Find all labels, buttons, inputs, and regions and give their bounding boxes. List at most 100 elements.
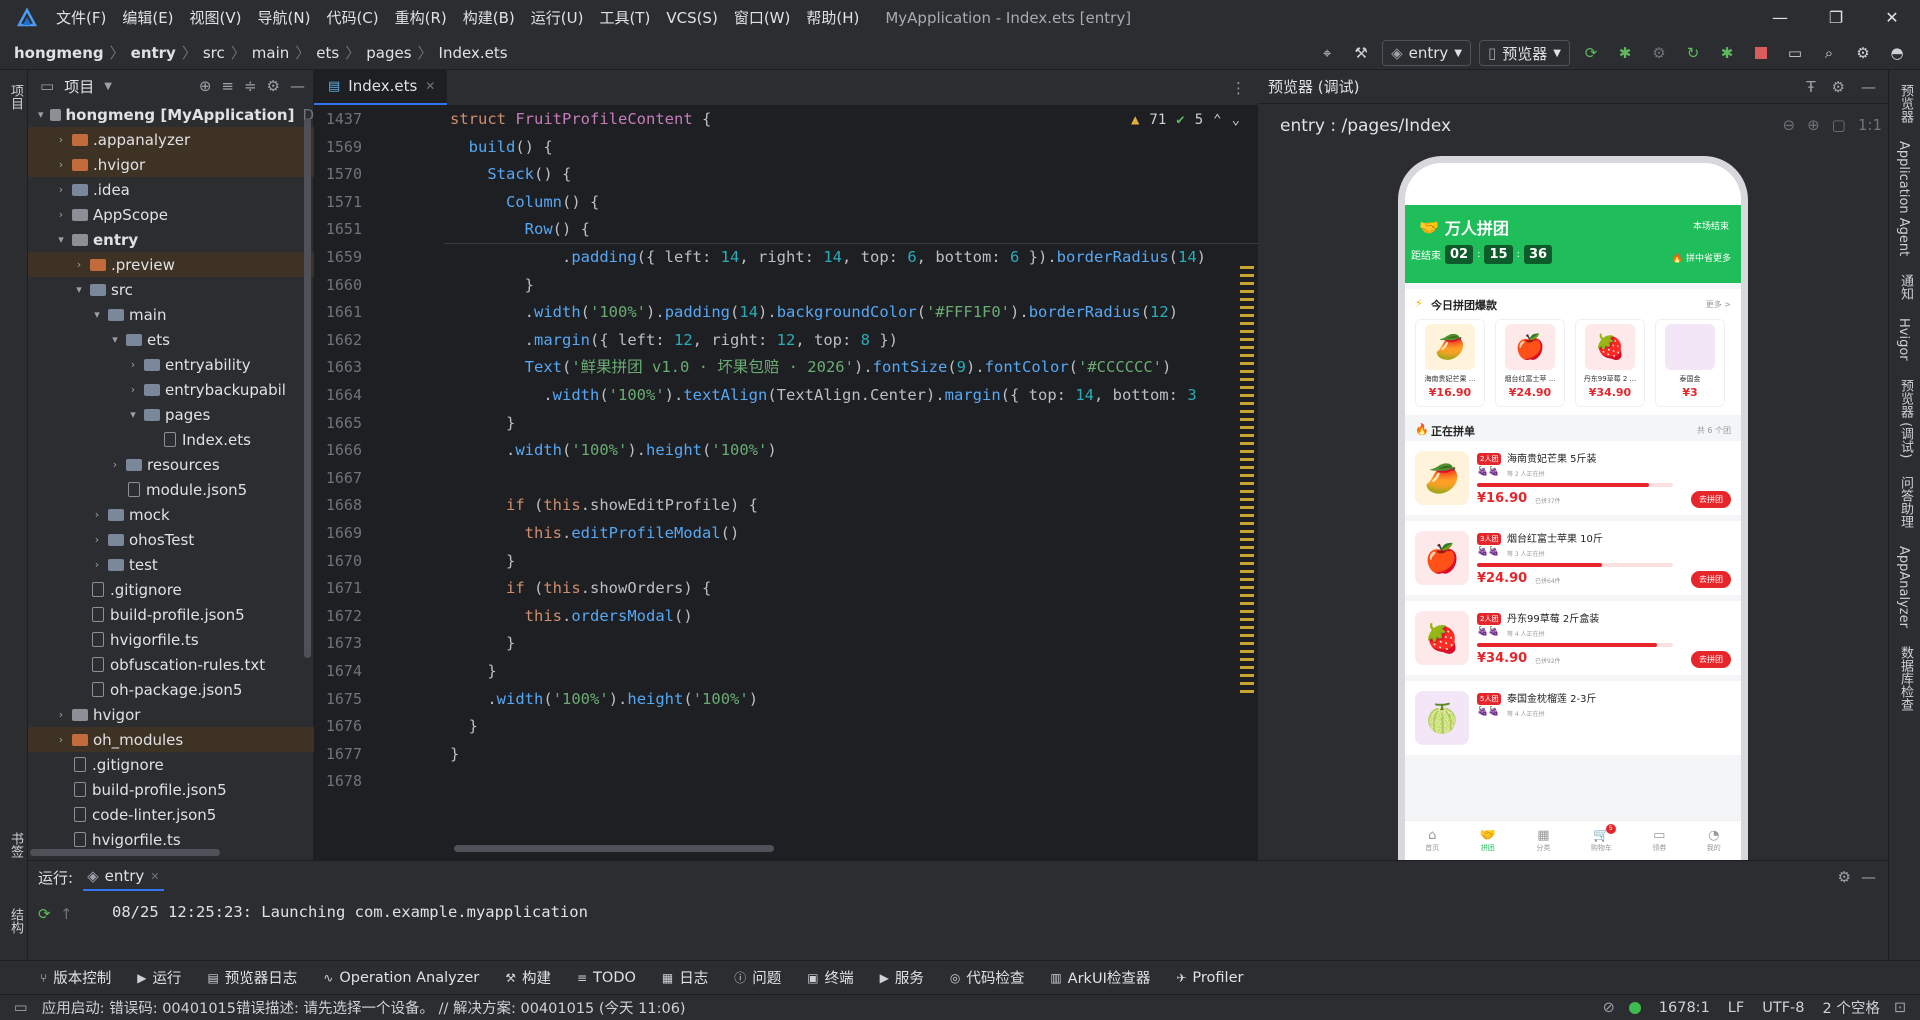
- breadcrumb-item[interactable]: src: [203, 44, 225, 62]
- breadcrumb-item[interactable]: ets: [316, 44, 339, 62]
- tree-arrow-icon[interactable]: ›: [108, 458, 122, 471]
- panel-toggle-icon[interactable]: ▭: [14, 1000, 28, 1016]
- code-line[interactable]: Stack() {: [450, 161, 1244, 189]
- tool-window-button[interactable]: ∿ Operation Analyzer: [323, 970, 479, 986]
- tree-item[interactable]: › .appanalyzer: [28, 127, 314, 152]
- tree-item[interactable]: hvigorfile.ts: [28, 627, 314, 652]
- right-tool-button[interactable]: 数据库检查: [1896, 646, 1915, 715]
- status-message[interactable]: 应用启动: 错误码: 00401015错误描述: 请先选择一个设备。 // 解决…: [42, 997, 686, 1018]
- menu-item[interactable]: 构建(B): [455, 0, 523, 36]
- project-tool-button[interactable]: 项目: [6, 84, 25, 114]
- file-encoding[interactable]: UTF-8: [1762, 1000, 1804, 1016]
- tree-item[interactable]: .gitignore: [28, 577, 314, 602]
- run-config-select[interactable]: ◈ entry ▼: [1382, 40, 1472, 66]
- tool-window-button[interactable]: ▦ 日志: [662, 967, 708, 988]
- inspection-widget[interactable]: ▲ 71 ✔ 5 ⌃ ⌄: [1131, 112, 1240, 128]
- code-line[interactable]: this.ordersModal(): [450, 603, 1244, 631]
- settings-icon[interactable]: ⚙: [1850, 40, 1876, 66]
- stop-icon[interactable]: [1748, 40, 1774, 66]
- app-tab-4[interactable]: ▭ 领券: [1652, 828, 1666, 853]
- tree-arrow-icon[interactable]: ›: [54, 133, 68, 146]
- device-select[interactable]: ▯ 预览器 ▼: [1479, 40, 1570, 66]
- tool-window-button[interactable]: ✈ Profiler: [1176, 970, 1243, 986]
- gear-icon[interactable]: ⚙: [267, 77, 280, 95]
- tool-window-button[interactable]: ≡ TODO: [577, 970, 636, 986]
- error-stripe[interactable]: [1240, 266, 1254, 698]
- code-line[interactable]: .width('100%').height('100%'): [450, 686, 1244, 714]
- rerun-icon[interactable]: ⟳: [38, 905, 51, 923]
- chevron-up-icon[interactable]: ⌃: [1213, 112, 1221, 128]
- app-tab-1[interactable]: 🤝 拼团: [1480, 828, 1496, 853]
- zoom-out-icon[interactable]: ⊖: [1783, 116, 1796, 134]
- indent-setting[interactable]: 2 个空格: [1823, 997, 1880, 1018]
- caret-position[interactable]: 1678:1: [1659, 1000, 1710, 1016]
- app-tab-3[interactable]: 🛒 购物车 5: [1591, 824, 1616, 853]
- locate-icon[interactable]: ⌖: [1314, 40, 1340, 66]
- tree-item[interactable]: › test: [28, 552, 314, 577]
- code-line[interactable]: .width('100%').height('100%'): [450, 437, 1244, 465]
- breadcrumb-item[interactable]: hongmeng: [14, 44, 104, 62]
- debug-icon[interactable]: ✱: [1612, 40, 1638, 66]
- tool-window-button[interactable]: ◎ 代码检查: [950, 967, 1024, 988]
- join-group-button[interactable]: 去拼团: [1691, 651, 1731, 668]
- gear-icon[interactable]: ⚙: [1838, 868, 1851, 886]
- code-line[interactable]: this.editProfileModal(): [450, 520, 1244, 548]
- right-tool-button[interactable]: 通知: [1896, 274, 1915, 304]
- hide-icon[interactable]: —: [1861, 868, 1876, 886]
- group-card[interactable]: 🍈 5人团 泰国金枕榴莲 2-3斤 🍇🍇 等 4 人正在拼: [1405, 681, 1741, 755]
- tree-arrow-icon[interactable]: ▾: [72, 283, 86, 296]
- chevron-down-icon[interactable]: ▼: [104, 81, 112, 92]
- app-tab-5[interactable]: ◔ 我的: [1707, 828, 1721, 853]
- tree-item[interactable]: Index.ets: [28, 427, 314, 452]
- line-separator[interactable]: LF: [1728, 1000, 1744, 1016]
- rerun-icon[interactable]: ⟳: [1578, 40, 1604, 66]
- minimize-button[interactable]: —: [1752, 0, 1808, 36]
- tree-item[interactable]: build-profile.json5: [28, 602, 314, 627]
- code-line[interactable]: if (this.showOrders) {: [450, 575, 1244, 603]
- tool-window-button[interactable]: ▶ 服务: [880, 967, 924, 988]
- chevron-down-icon[interactable]: ⌄: [1232, 112, 1240, 128]
- tree-arrow-icon[interactable]: ›: [54, 208, 68, 221]
- tree-item[interactable]: › oh_modules: [28, 727, 314, 752]
- one-to-one-icon[interactable]: 1:1: [1858, 116, 1882, 134]
- tree-arrow-icon[interactable]: ›: [54, 733, 68, 746]
- menu-item[interactable]: 文件(F): [48, 0, 114, 36]
- tree-arrow-icon[interactable]: ▾: [108, 333, 122, 346]
- right-tool-button[interactable]: AppAnalyzer: [1896, 546, 1915, 632]
- code-line[interactable]: .width('100%').padding(14).backgroundCol…: [450, 299, 1244, 327]
- breadcrumb-item[interactable]: entry: [131, 44, 176, 62]
- tool-window-button[interactable]: ⚒ 构建: [505, 967, 551, 988]
- code-line[interactable]: build() {: [450, 134, 1244, 162]
- code-line[interactable]: }: [450, 548, 1244, 576]
- code-line[interactable]: struct FruitProfileContent {: [450, 106, 1244, 134]
- tree-item[interactable]: .gitignore: [28, 752, 314, 777]
- project-scrollbar[interactable]: [304, 118, 311, 658]
- menu-item[interactable]: 窗口(W): [726, 0, 799, 36]
- group-card[interactable]: 🍎 3人团 烟台红富士苹果 10斤 🍇🍇 等 3 人正在拼 ¥24.90 已拼64件 去拼团: [1405, 521, 1741, 595]
- editor-hscrollbar[interactable]: [454, 845, 774, 852]
- code-line[interactable]: }: [450, 410, 1244, 438]
- close-icon[interactable]: ✕: [425, 79, 435, 93]
- tree-item[interactable]: › ohosTest: [28, 527, 314, 552]
- structure-tool-button[interactable]: 结构: [6, 908, 25, 938]
- tree-item[interactable]: › .preview: [28, 252, 314, 277]
- tree-item[interactable]: › entrybackupabil: [28, 377, 314, 402]
- reload-icon[interactable]: ↻: [1680, 40, 1706, 66]
- tree-item[interactable]: › .hvigor: [28, 152, 314, 177]
- tool-window-button[interactable]: ▶ 运行: [137, 967, 181, 988]
- tree-item[interactable]: › resources: [28, 452, 314, 477]
- tree-arrow-icon[interactable]: ›: [90, 533, 104, 546]
- account-icon[interactable]: ◓: [1884, 40, 1910, 66]
- tree-arrow-icon[interactable]: ›: [126, 383, 140, 396]
- tree-item[interactable]: › .idea: [28, 177, 314, 202]
- debug-attach-icon[interactable]: ✱: [1714, 40, 1740, 66]
- code-line[interactable]: }: [450, 630, 1244, 658]
- app-tab-2[interactable]: ▦ 分类: [1536, 828, 1550, 853]
- app-tab-0[interactable]: ⌂ 首页: [1425, 828, 1439, 853]
- close-icon[interactable]: ✕: [150, 870, 159, 883]
- breadcrumb-item[interactable]: pages: [366, 44, 411, 62]
- collapse-all-icon[interactable]: ≑: [244, 77, 257, 95]
- menu-item[interactable]: 代码(C): [318, 0, 386, 36]
- right-tool-button[interactable]: Application Agent: [1896, 141, 1915, 260]
- hide-icon[interactable]: —: [1861, 78, 1876, 96]
